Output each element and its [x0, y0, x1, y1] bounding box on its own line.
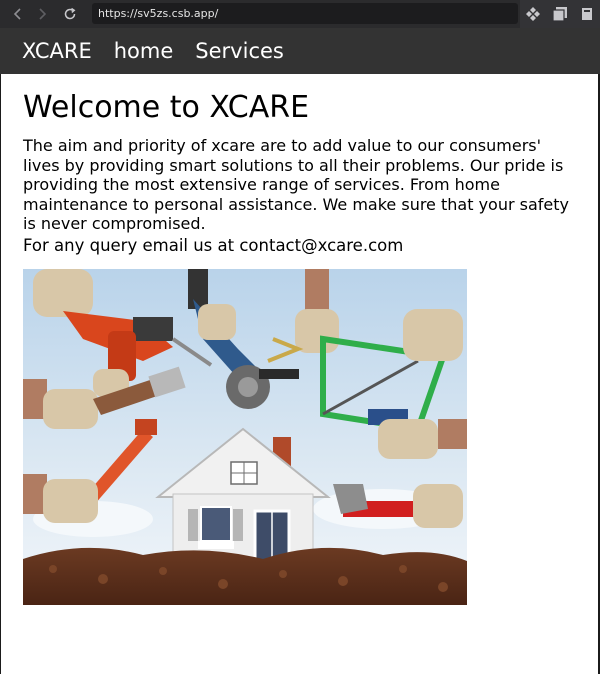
extension-icon[interactable]: [525, 6, 541, 22]
url-bar[interactable]: https://sv5zs.csb.app/: [92, 3, 518, 24]
menu-icon[interactable]: [579, 6, 595, 22]
forward-icon[interactable]: [30, 0, 54, 28]
browser-toolbar: https://sv5zs.csb.app/: [0, 0, 600, 28]
site-navbar: XCARE home Services: [0, 28, 600, 74]
page-title: Welcome to XCARE: [23, 90, 310, 125]
nav-link-home[interactable]: home: [114, 39, 174, 63]
reload-icon[interactable]: [58, 0, 82, 28]
back-icon[interactable]: [6, 0, 30, 28]
nav-brand-link[interactable]: XCARE: [22, 39, 92, 63]
hero-image: [23, 269, 467, 605]
browser-extensions: [520, 0, 600, 28]
nav-link-services[interactable]: Services: [195, 39, 284, 63]
intro-paragraph: The aim and priority of xcare are to add…: [23, 136, 569, 233]
main-content: Welcome to XCARE The aim and priority of…: [23, 88, 573, 257]
contact-text: For any query email us at contact@xcare.…: [23, 235, 404, 255]
tabs-icon[interactable]: [552, 6, 568, 22]
